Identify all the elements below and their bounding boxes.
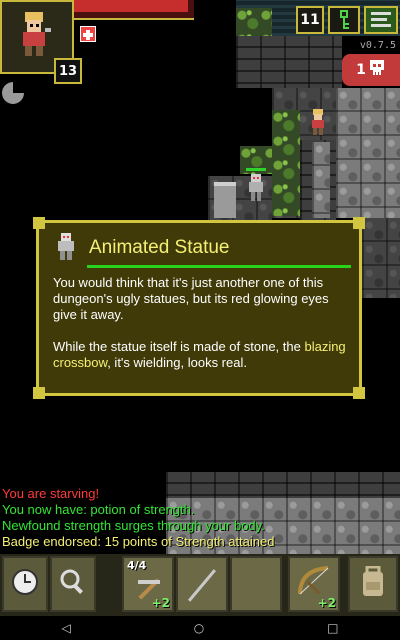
- quickslot-4[interactable]: +2: [288, 556, 340, 612]
- window-corner: [353, 217, 365, 229]
- journal-icon[interactable]: [364, 6, 398, 34]
- log-line: Badge endorsed: 15 points of Strength at…: [2, 534, 275, 549]
- quickslot-2[interactable]: [176, 556, 228, 612]
- danger-indicator-button[interactable]: 1: [342, 54, 400, 86]
- wall-tiles: [166, 472, 400, 498]
- back-button[interactable]: ◁: [61, 621, 70, 635]
- quickslot-charges: 4/4: [127, 559, 147, 572]
- info-description: You would think that it's just another o…: [53, 275, 329, 322]
- floor-tiles: [362, 218, 400, 298]
- home-button[interactable]: ○: [194, 621, 204, 635]
- info-text: , it's wielding, looks real.: [107, 355, 247, 370]
- wall-tiles: [236, 36, 342, 88]
- statue-pedestal: [214, 182, 236, 218]
- animated-statue-sprite[interactable]: [244, 168, 268, 202]
- quickslot-level: +2: [317, 596, 336, 610]
- depth-indicator[interactable]: 11: [296, 6, 324, 34]
- window-corner: [353, 387, 365, 399]
- recent-apps-button[interactable]: □: [327, 621, 338, 635]
- moss-tile: [272, 110, 300, 216]
- search-button[interactable]: [50, 556, 96, 612]
- backpack-icon: [358, 565, 388, 602]
- spear-icon: [186, 566, 220, 608]
- hero-portrait[interactable]: [14, 10, 54, 58]
- log-line: Newfound strength surges through your bo…: [2, 518, 265, 533]
- info-window[interactable]: Animated Statue You would think that it'…: [33, 217, 365, 399]
- info-text: While the statue itself is made of stone…: [53, 339, 305, 354]
- window-corner: [33, 387, 45, 399]
- hero-level-badge: 13: [54, 58, 82, 84]
- log-line: You are starving!: [2, 486, 100, 501]
- clock-icon: [11, 568, 39, 600]
- magnifier-icon: [59, 568, 87, 600]
- hunger-status-icon[interactable]: [80, 26, 96, 42]
- wait-button[interactable]: [2, 556, 48, 612]
- corridor-floor: [336, 88, 400, 218]
- statue-icon: [53, 231, 79, 261]
- game-version: v0.7.5: [359, 40, 396, 51]
- health-bar-divider: [87, 265, 351, 268]
- inventory-button[interactable]: [348, 556, 398, 612]
- info-title: Animated Statue: [89, 237, 230, 258]
- iron-key-icon[interactable]: [328, 6, 360, 34]
- system-navbar: ◁ ○ □: [0, 616, 400, 640]
- hero-sprite[interactable]: [306, 108, 330, 136]
- log-line: You now have: potion of strength.: [2, 502, 195, 517]
- quickslot-1[interactable]: 4/4 +2: [122, 556, 174, 612]
- info-description-2: While the statue itself is made of stone…: [53, 339, 349, 371]
- skull-icon: [368, 60, 386, 80]
- danger-count: 1: [356, 62, 366, 78]
- window-corner: [33, 217, 45, 229]
- quickslot-3[interactable]: [230, 556, 282, 612]
- corridor-floor: [312, 142, 330, 218]
- quickslot-level: +2: [151, 596, 170, 610]
- wait-dial-icon: [2, 82, 24, 104]
- health-bar: [74, 0, 194, 20]
- health-bar-fill: [74, 0, 188, 12]
